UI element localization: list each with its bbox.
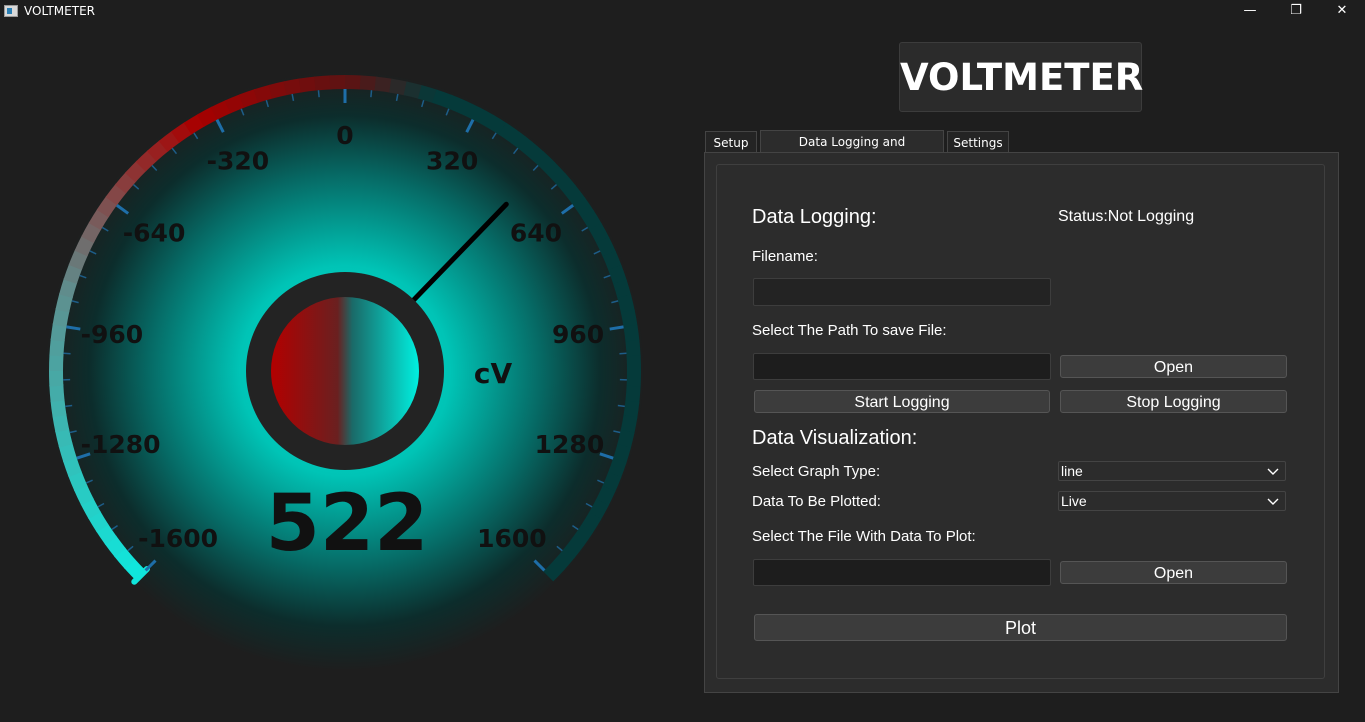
gauge-scale-label: -320 (207, 147, 270, 176)
app-icon (4, 5, 18, 17)
gauge-scale-label: 640 (510, 218, 562, 247)
data-logging-heading: Data Logging: (752, 206, 877, 229)
graph-type-label: Select Graph Type: (752, 463, 880, 480)
group-box (716, 164, 1325, 679)
start-logging-button[interactable]: Start Logging (754, 390, 1050, 413)
gauge-unit: cV (474, 357, 513, 390)
gauge-hub (271, 297, 419, 445)
graph-type-select[interactable]: line (1058, 461, 1286, 481)
data-to-plot-select[interactable]: Live (1058, 491, 1286, 511)
minimize-button[interactable]: — (1227, 0, 1273, 24)
tab-setup[interactable]: Setup (705, 131, 757, 153)
gauge-scale-label: -1600 (138, 524, 218, 553)
open-plot-file-button[interactable]: Open (1060, 561, 1287, 584)
gauge-scale-label: 1600 (477, 524, 547, 553)
logo-box: VOLTMETER (899, 42, 1142, 112)
open-path-button[interactable]: Open (1060, 355, 1287, 378)
close-button[interactable]: ✕ (1319, 0, 1365, 24)
stop-logging-button[interactable]: Stop Logging (1060, 390, 1287, 413)
minor-tick (371, 90, 372, 97)
data-visualization-heading: Data Visualization: (752, 427, 917, 450)
window-title: VOLTMETER (24, 4, 95, 18)
chevron-down-icon (1267, 495, 1279, 507)
gauge-scale-label: 960 (552, 320, 604, 349)
chevron-down-icon (1267, 465, 1279, 477)
gauge-scale-label: 320 (426, 147, 478, 176)
graph-type-value: line (1061, 463, 1083, 479)
path-input[interactable] (753, 353, 1051, 380)
logging-status: Status:Not Logging (1058, 208, 1194, 226)
maximize-button[interactable]: ❐ (1273, 0, 1319, 24)
filename-label: Filename: (752, 248, 818, 265)
title-bar: VOLTMETER — ❐ ✕ (0, 0, 1365, 24)
voltmeter-gauge: -1600 -1280 -960 -640 -320 0 320 640 960 1280 1600… (0, 24, 690, 718)
path-label: Select The Path To save File: (752, 322, 947, 339)
filename-input[interactable] (753, 278, 1051, 306)
gauge-scale-label: 1280 (535, 430, 605, 459)
plot-button[interactable]: Plot (754, 614, 1287, 641)
tab-settings[interactable]: Settings (947, 131, 1009, 153)
data-to-plot-value: Live (1061, 493, 1087, 509)
gauge-scale-label: 0 (336, 121, 353, 150)
tab-data-logging-visualization[interactable]: Data Logging and Visualization (760, 130, 944, 153)
plot-file-label: Select The File With Data To Plot: (752, 528, 976, 545)
data-to-plot-label: Data To Be Plotted: (752, 493, 881, 510)
logo-text: VOLTMETER (900, 43, 1141, 111)
gauge-scale-label: -960 (81, 320, 144, 349)
gauge-value: 522 (266, 479, 429, 569)
plot-file-input[interactable] (753, 559, 1051, 586)
gauge-scale-label: -1280 (81, 430, 161, 459)
gauge-scale-label: -640 (123, 218, 186, 247)
minor-tick (618, 405, 625, 406)
minor-tick (65, 405, 72, 406)
gauge-graphic: -1600 -1280 -960 -640 -320 0 320 640 960 1280 1600… (0, 24, 690, 718)
minor-tick (318, 90, 319, 97)
